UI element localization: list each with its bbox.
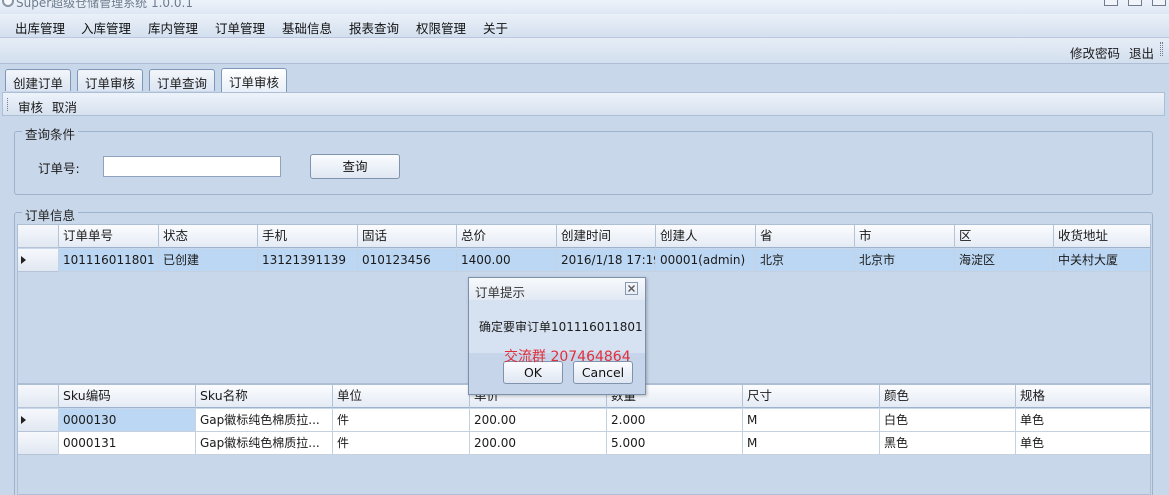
cell-color[interactable]: 白色 [879, 409, 1015, 432]
change-password-link[interactable]: 修改密码 [1070, 43, 1120, 62]
cancel-button[interactable]: 取消 [52, 97, 77, 116]
table-row[interactable]: 101116011801 已创建 13121391139 010123456 1… [18, 249, 1150, 272]
cell-order-no[interactable]: 101116011801 [58, 249, 158, 272]
column-header[interactable]: 订单单号 [58, 225, 158, 248]
cell-price[interactable]: 200.00 [469, 432, 606, 455]
order-no-label: 订单号: [38, 161, 80, 176]
toolbar-grip-icon[interactable] [1160, 42, 1163, 56]
menu-outbound[interactable]: 出库管理 [15, 18, 65, 37]
menu-basic-info[interactable]: 基础信息 [282, 18, 332, 37]
close-window-icon[interactable] [1152, 0, 1166, 6]
tab-order-query[interactable]: 订单查询 [149, 69, 216, 91]
toolbar-grip-icon [7, 98, 9, 111]
cell-price[interactable]: 200.00 [469, 409, 606, 432]
app-logo-icon [2, 0, 14, 7]
cell-spec[interactable]: 单色 [1015, 409, 1150, 432]
dialog-titlebar: 订单提示 [469, 278, 645, 300]
current-row-icon [21, 416, 26, 424]
cell-size[interactable]: M [742, 409, 879, 432]
user-toolbar: 修改密码 退出 [0, 38, 1169, 64]
column-header[interactable]: 固话 [357, 225, 456, 248]
cell-district[interactable]: 海淀区 [954, 249, 1053, 272]
column-header[interactable]: 状态 [158, 225, 257, 248]
minimize-icon[interactable] [1104, 0, 1118, 6]
column-header[interactable]: 规格 [1015, 385, 1150, 408]
menu-inbound[interactable]: 入库管理 [81, 18, 131, 37]
tab-create-order[interactable]: 创建订单 [5, 69, 72, 91]
cell-sku-code[interactable]: 0000131 [58, 432, 195, 455]
table-row[interactable]: 0000131 Gap徽标纯色棉质拉... 件 200.00 5.000 M 黑… [18, 432, 1150, 455]
order-confirm-dialog: 订单提示 确定要审订单101116011801 OK Cancel [468, 277, 646, 395]
cell-mobile[interactable]: 13121391139 [257, 249, 357, 272]
cell-creator[interactable]: 00001(admin) [655, 249, 755, 272]
cell-unit[interactable]: 件 [332, 432, 469, 455]
items-header-corner [18, 385, 58, 408]
column-header[interactable]: 总价 [456, 225, 556, 248]
order-no-input[interactable] [103, 156, 281, 177]
cell-phone[interactable]: 010123456 [357, 249, 456, 272]
column-header[interactable]: 尺寸 [742, 385, 879, 408]
cell-sku-code[interactable]: 0000130 [58, 409, 195, 432]
column-header[interactable]: 颜色 [879, 385, 1015, 408]
window-titlebar: Super超级仓储管理系统 1.0.0.1 [0, 0, 1169, 14]
row-header[interactable] [18, 249, 58, 272]
column-header[interactable]: 手机 [257, 225, 357, 248]
row-header[interactable] [18, 409, 58, 432]
action-toolbar: 审核 取消 [2, 92, 1165, 116]
tab-order-review[interactable]: 订单审核 [77, 69, 144, 91]
orders-grid-header: 订单单号 状态 手机 固话 总价 创建时间 创建人 省 市 区 收货地址 [18, 225, 1150, 248]
menu-bar: 出库管理 入库管理 库内管理 订单管理 基础信息 报表查询 权限管理 关于 [0, 14, 1169, 38]
close-icon[interactable] [625, 282, 638, 295]
cell-color[interactable]: 黑色 [879, 432, 1015, 455]
table-row[interactable]: 0000130 Gap徽标纯色棉质拉... 件 200.00 2.000 M 白… [18, 409, 1150, 432]
cell-sku-name[interactable]: Gap徽标纯色棉质拉... [195, 432, 332, 455]
cell-spec[interactable]: 单色 [1015, 432, 1150, 455]
tab-order-review-active[interactable]: 订单审核 [221, 68, 288, 92]
column-header[interactable]: Sku编码 [58, 385, 195, 408]
column-header[interactable]: 创建时间 [556, 225, 655, 248]
menu-reports[interactable]: 报表查询 [349, 18, 399, 37]
menu-orders[interactable]: 订单管理 [215, 18, 265, 37]
menu-warehouse[interactable]: 库内管理 [148, 18, 198, 37]
cell-total[interactable]: 1400.00 [456, 249, 556, 272]
cell-quantity[interactable]: 2.000 [606, 409, 742, 432]
logout-link[interactable]: 退出 [1129, 43, 1154, 62]
cell-status[interactable]: 已创建 [158, 249, 257, 272]
window-title: Super超级仓储管理系统 1.0.0.1 [16, 0, 193, 10]
menu-about[interactable]: 关于 [483, 18, 508, 37]
menu-permissions[interactable]: 权限管理 [416, 18, 466, 37]
maximize-icon[interactable] [1128, 0, 1142, 6]
column-header[interactable]: 省 [755, 225, 854, 248]
query-group-title: 查询条件 [22, 124, 79, 143]
cell-created-time[interactable]: 2016/1/18 17:19 [556, 249, 655, 272]
items-grid: Sku编码 Sku名称 单位 单价 数量 尺寸 颜色 规格 0000130 Ga… [17, 384, 1151, 495]
dialog-title: 订单提示 [475, 285, 526, 300]
order-info-group-title: 订单信息 [22, 205, 79, 224]
column-header[interactable]: 区 [954, 225, 1053, 248]
search-button[interactable]: 查询 [310, 154, 400, 179]
dialog-message: 确定要审订单101116011801 [479, 320, 643, 334]
column-header[interactable]: 收货地址 [1053, 225, 1150, 248]
orders-header-corner [18, 225, 58, 248]
cell-quantity[interactable]: 5.000 [606, 432, 742, 455]
close-icon[interactable] [625, 282, 638, 295]
cell-unit[interactable]: 件 [332, 409, 469, 432]
column-header[interactable]: 市 [854, 225, 954, 248]
tab-strip: 创建订单 订单审核 订单查询 订单审核 [0, 64, 1169, 92]
cell-province[interactable]: 北京 [755, 249, 854, 272]
current-row-icon [21, 256, 26, 264]
cell-address[interactable]: 中关村大厦 [1053, 249, 1150, 272]
approve-button[interactable]: 审核 [18, 97, 43, 116]
column-header[interactable]: 单位 [332, 385, 469, 408]
cell-size[interactable]: M [742, 432, 879, 455]
cell-city[interactable]: 北京市 [854, 249, 954, 272]
column-header[interactable]: 创建人 [655, 225, 755, 248]
column-header[interactable]: Sku名称 [195, 385, 332, 408]
cell-sku-name[interactable]: Gap徽标纯色棉质拉... [195, 409, 332, 432]
watermark-text: 交流群 207464864 [504, 349, 631, 365]
row-header[interactable] [18, 432, 58, 455]
